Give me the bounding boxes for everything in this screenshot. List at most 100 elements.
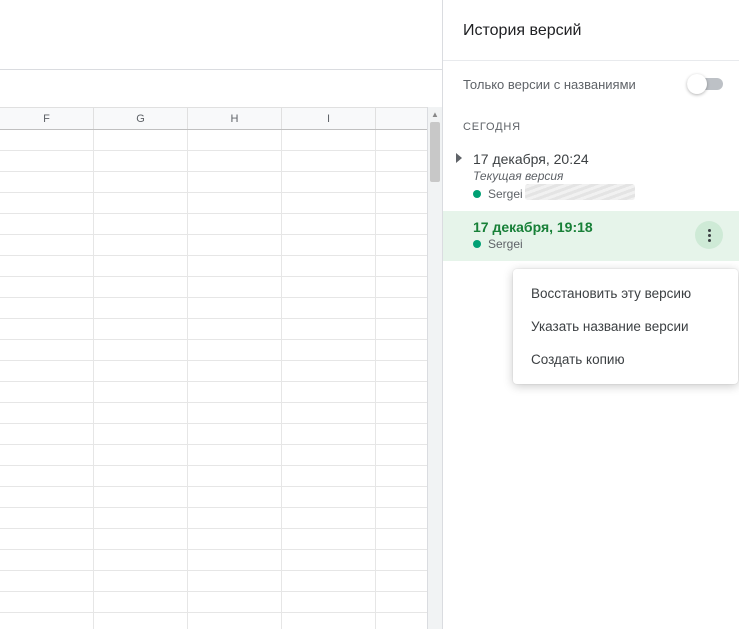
cell[interactable] — [282, 613, 376, 629]
cell[interactable] — [0, 466, 94, 486]
cell[interactable] — [282, 424, 376, 444]
cell[interactable] — [282, 550, 376, 570]
cell[interactable] — [0, 130, 94, 150]
cell[interactable] — [94, 487, 188, 507]
expand-arrow-icon[interactable] — [456, 153, 462, 163]
cell[interactable] — [94, 319, 188, 339]
cell[interactable] — [94, 613, 188, 629]
cell[interactable] — [0, 550, 94, 570]
cell[interactable] — [0, 592, 94, 612]
cell[interactable] — [282, 361, 376, 381]
menu-restore-version[interactable]: Восстановить эту версию — [513, 277, 738, 310]
col-head[interactable]: F — [0, 108, 94, 129]
table-row[interactable] — [0, 361, 442, 382]
table-row[interactable] — [0, 571, 442, 592]
table-row[interactable] — [0, 550, 442, 571]
cell[interactable] — [188, 487, 282, 507]
col-head[interactable]: G — [94, 108, 188, 129]
cell[interactable] — [282, 130, 376, 150]
cell[interactable] — [188, 529, 282, 549]
cell[interactable] — [0, 298, 94, 318]
cell[interactable] — [94, 298, 188, 318]
cell[interactable] — [94, 277, 188, 297]
cell[interactable] — [282, 340, 376, 360]
cell[interactable] — [94, 445, 188, 465]
table-row[interactable] — [0, 235, 442, 256]
cell[interactable] — [94, 130, 188, 150]
cell[interactable] — [282, 235, 376, 255]
cell[interactable] — [282, 445, 376, 465]
cell[interactable] — [0, 235, 94, 255]
cell[interactable] — [188, 403, 282, 423]
cell[interactable] — [94, 424, 188, 444]
cell[interactable] — [188, 214, 282, 234]
cell[interactable] — [282, 403, 376, 423]
cell[interactable] — [282, 298, 376, 318]
cell[interactable] — [94, 235, 188, 255]
table-row[interactable] — [0, 172, 442, 193]
cell[interactable] — [282, 571, 376, 591]
cell[interactable] — [94, 172, 188, 192]
table-row[interactable] — [0, 592, 442, 613]
cell[interactable] — [0, 382, 94, 402]
cell[interactable] — [94, 571, 188, 591]
table-row[interactable] — [0, 214, 442, 235]
cell[interactable] — [0, 508, 94, 528]
cell[interactable] — [188, 298, 282, 318]
cell[interactable] — [188, 319, 282, 339]
table-row[interactable] — [0, 298, 442, 319]
cell[interactable] — [0, 277, 94, 297]
menu-name-version[interactable]: Указать название версии — [513, 310, 738, 343]
cell[interactable] — [282, 529, 376, 549]
cell[interactable] — [282, 487, 376, 507]
cell[interactable] — [188, 592, 282, 612]
version-more-button[interactable] — [695, 221, 723, 249]
cell[interactable] — [188, 193, 282, 213]
table-row[interactable] — [0, 151, 442, 172]
table-row[interactable] — [0, 193, 442, 214]
cell[interactable] — [188, 571, 282, 591]
cell[interactable] — [188, 151, 282, 171]
col-head[interactable]: H — [188, 108, 282, 129]
cell[interactable] — [188, 277, 282, 297]
cell[interactable] — [0, 172, 94, 192]
cell[interactable] — [0, 256, 94, 276]
cell[interactable] — [94, 529, 188, 549]
cell[interactable] — [94, 403, 188, 423]
cell[interactable] — [0, 193, 94, 213]
table-row[interactable] — [0, 529, 442, 550]
cell[interactable] — [188, 550, 282, 570]
cell[interactable] — [0, 403, 94, 423]
cell[interactable] — [282, 193, 376, 213]
cell[interactable] — [282, 151, 376, 171]
menu-make-copy[interactable]: Создать копию — [513, 343, 738, 376]
cell[interactable] — [0, 487, 94, 507]
cell[interactable] — [0, 424, 94, 444]
table-row[interactable] — [0, 508, 442, 529]
cell[interactable] — [188, 172, 282, 192]
cell[interactable] — [94, 466, 188, 486]
table-row[interactable] — [0, 613, 442, 629]
cell[interactable] — [282, 592, 376, 612]
cell[interactable] — [188, 382, 282, 402]
cell[interactable] — [94, 151, 188, 171]
cell[interactable] — [94, 256, 188, 276]
cell[interactable] — [188, 613, 282, 629]
cell[interactable] — [282, 466, 376, 486]
named-only-toggle[interactable] — [687, 74, 723, 94]
cell[interactable] — [282, 256, 376, 276]
cell[interactable] — [188, 466, 282, 486]
cell[interactable] — [94, 592, 188, 612]
table-row[interactable] — [0, 382, 442, 403]
table-row[interactable] — [0, 403, 442, 424]
cell[interactable] — [0, 214, 94, 234]
cell[interactable] — [0, 361, 94, 381]
cell[interactable] — [188, 361, 282, 381]
table-row[interactable] — [0, 487, 442, 508]
scroll-thumb[interactable] — [430, 122, 440, 182]
cell[interactable] — [94, 214, 188, 234]
cell[interactable] — [94, 550, 188, 570]
cell[interactable] — [282, 277, 376, 297]
table-row[interactable] — [0, 130, 442, 151]
cell[interactable] — [282, 172, 376, 192]
